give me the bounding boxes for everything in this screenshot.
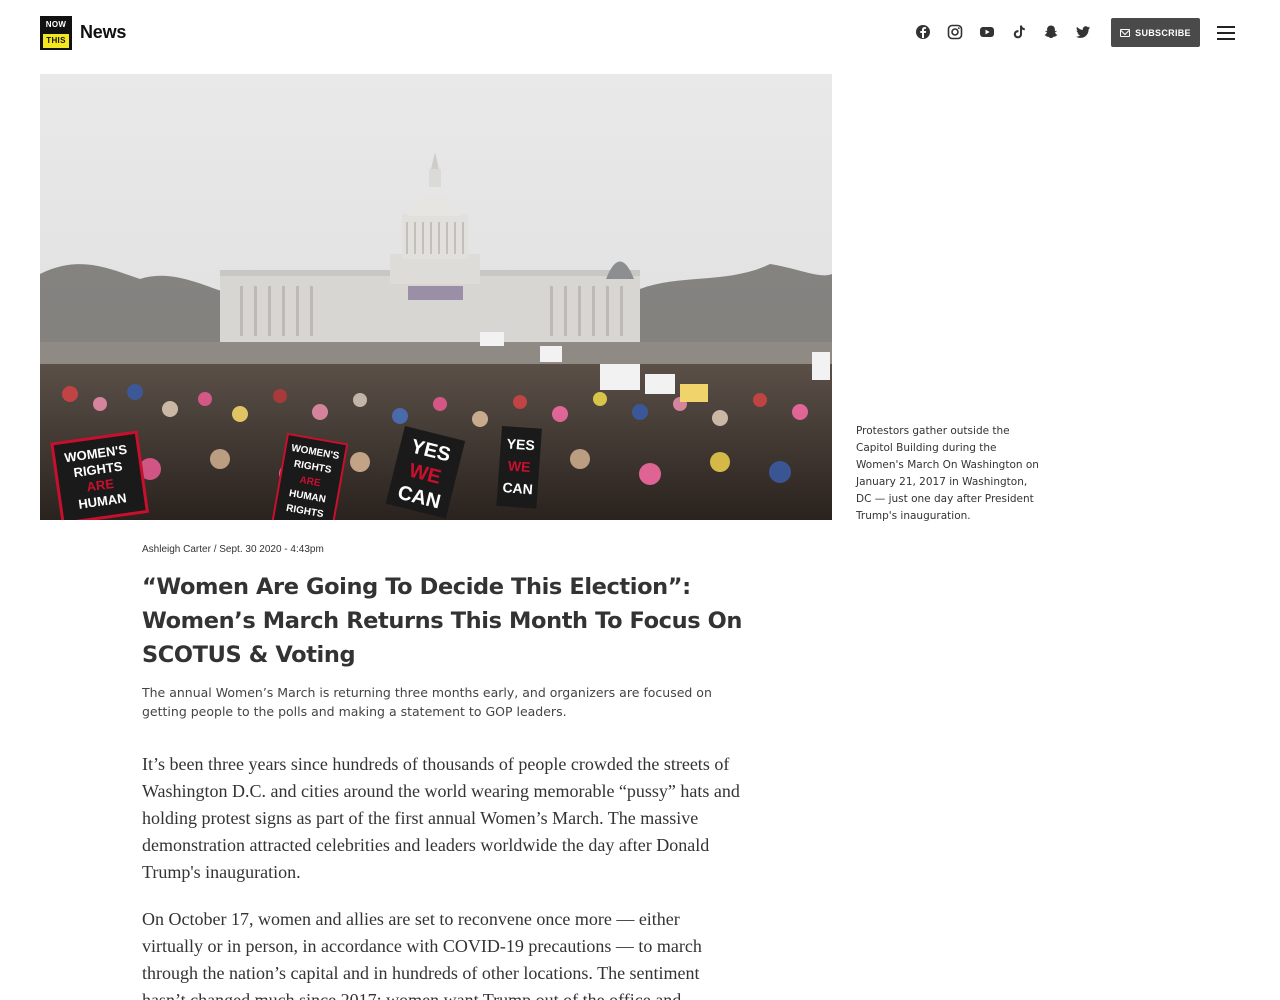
subscribe-button[interactable]: SUBSCRIBE [1111, 18, 1200, 47]
facebook-icon[interactable] [915, 24, 931, 40]
mail-icon [1120, 28, 1131, 37]
article-paragraph: It’s been three years since hundreds of … [142, 754, 740, 882]
tiktok-icon[interactable] [1011, 24, 1027, 40]
article-title: “Women Are Going To Decide This Election… [142, 574, 742, 668]
logo-now-text: NOW [41, 17, 71, 33]
sign4-line2: WE [507, 458, 531, 476]
sign4-line3: CAN [502, 479, 533, 497]
sign4-line1: YES [506, 435, 535, 453]
nowthis-logo[interactable]: NOW THIS [40, 16, 72, 50]
snapchat-icon[interactable] [1043, 24, 1059, 40]
section-brand[interactable]: News [80, 22, 126, 43]
article-paragraph: On October 17, women and allies are set … [142, 909, 702, 1000]
article-dek: The annual Women’s March is returning th… [142, 685, 712, 719]
instagram-icon[interactable] [947, 24, 963, 40]
site-header: NOW THIS News SUBSCRIBE [0, 0, 1280, 66]
hamburger-menu-icon[interactable] [1217, 26, 1235, 40]
logo-this-text: THIS [43, 34, 69, 48]
capitol-protest-illustration: WOMEN'S RIGHTS ARE HUMAN WOMEN'S RIGHTS … [40, 74, 832, 520]
article-byline: Ashleigh Carter / Sept. 30 2020 - 4:43pm [142, 544, 324, 555]
twitter-icon[interactable] [1075, 24, 1091, 40]
hero-photo: WOMEN'S RIGHTS ARE HUMAN WOMEN'S RIGHTS … [40, 74, 832, 520]
photo-caption: Protestors gather outside the Capitol Bu… [856, 425, 1039, 522]
youtube-icon[interactable] [979, 24, 995, 40]
subscribe-label: SUBSCRIBE [1135, 27, 1191, 38]
